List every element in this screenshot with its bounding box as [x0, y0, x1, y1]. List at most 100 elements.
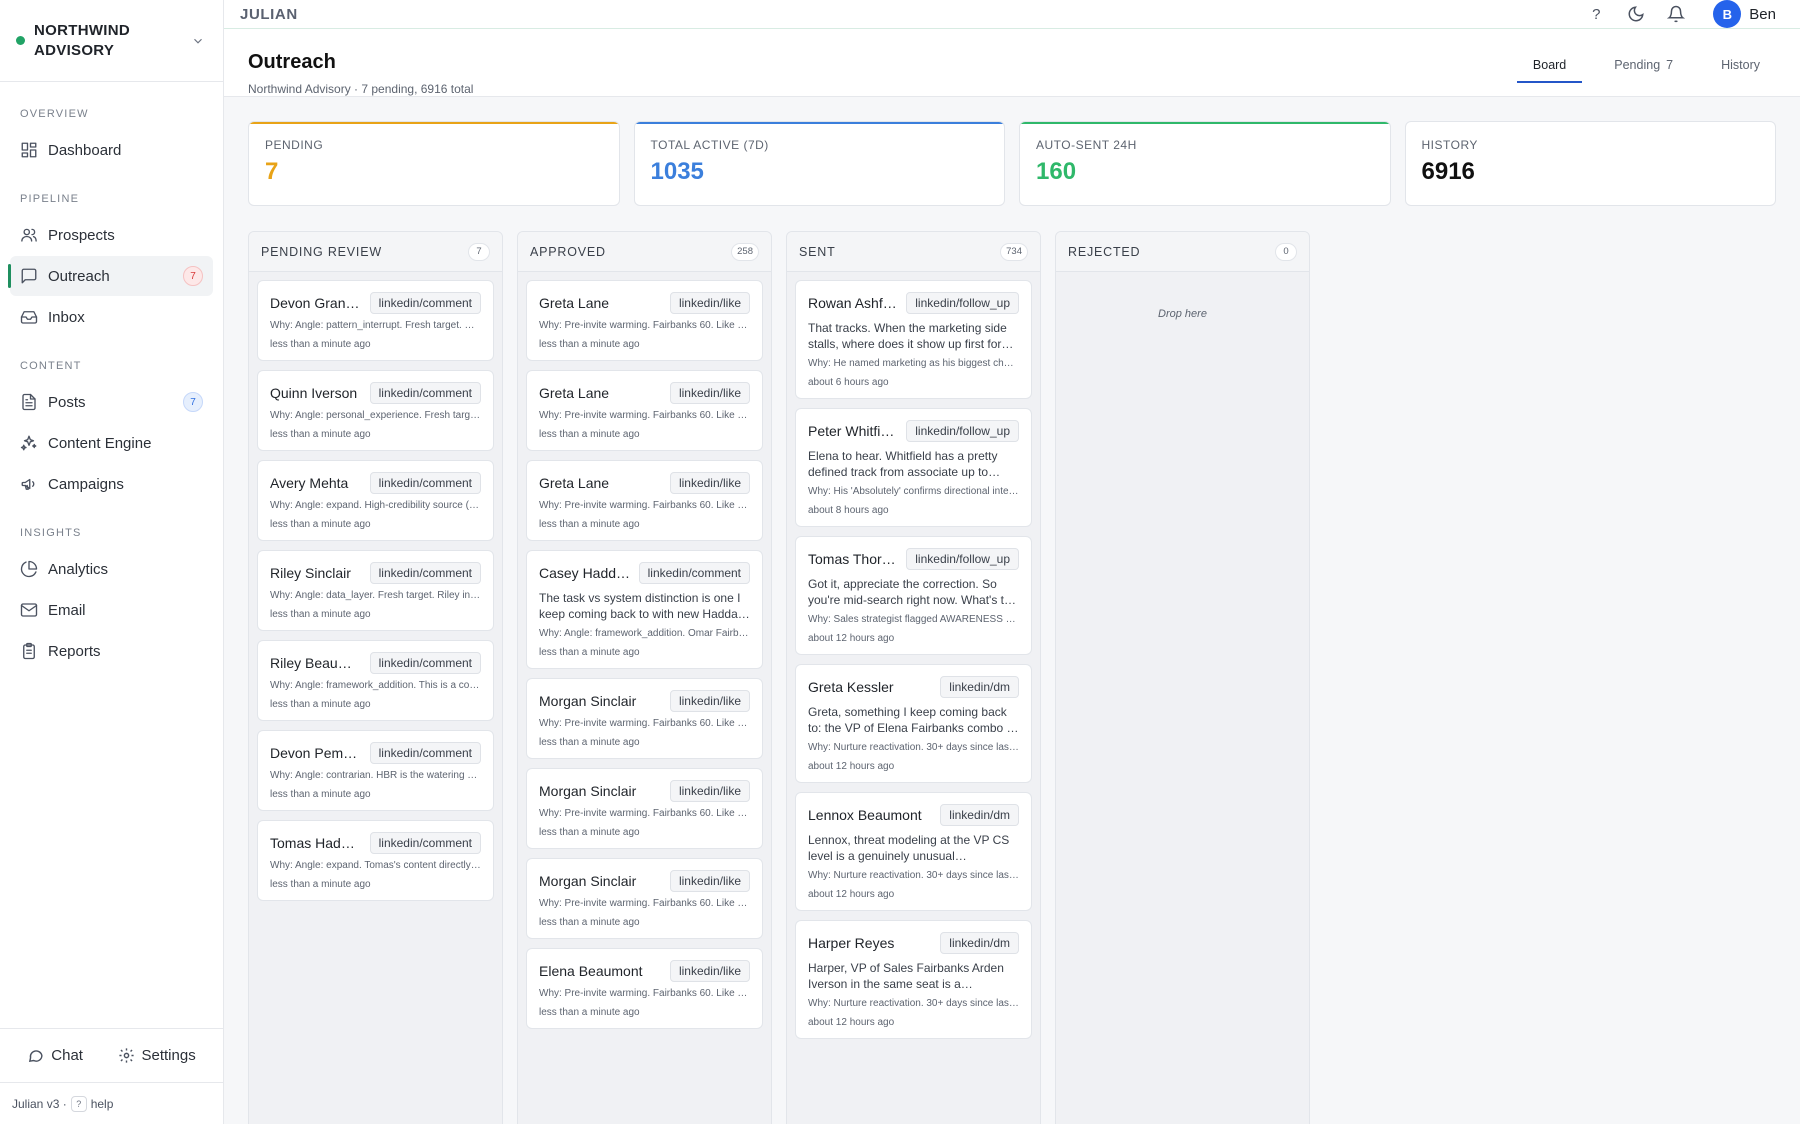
card-header: Casey Hadd… linkedin/comment	[539, 562, 750, 584]
outreach-card[interactable]: Avery Mehta linkedin/comment Why: Angle: e…	[257, 460, 494, 541]
page-header: Outreach Northwind Advisory · 7 pending,…	[224, 29, 1800, 97]
sidebar-item-analytics[interactable]: Analytics	[10, 549, 213, 589]
chat-button[interactable]: Chat	[27, 1047, 83, 1064]
settings-label: Settings	[141, 1047, 196, 1064]
sidebar-item-prospects[interactable]: Prospects	[10, 215, 213, 255]
channel-tag: linkedin/dm	[940, 932, 1019, 954]
channel-tag: linkedin/follow_up	[906, 548, 1019, 570]
contact-name: Lennox Beaumont	[808, 807, 922, 823]
stat-card-total-active-7d: TOTAL ACTIVE (7D) 1035	[633, 121, 1005, 206]
card-header: Greta Lane linkedin/like	[539, 382, 750, 404]
contact-name: Morgan Sinclair	[539, 783, 637, 799]
outreach-card[interactable]: Casey Hadd… linkedin/comment The task vs s…	[526, 550, 763, 669]
gear-icon	[118, 1048, 134, 1063]
reason-text: Why: Nurture reactivation. 30+ days sinc…	[808, 998, 1019, 1009]
message-preview: Elena to hear. Whitfield has a pretty de…	[808, 449, 998, 479]
stat-label: HISTORY	[1421, 138, 1478, 152]
page-heading: Outreach Northwind Advisory · 7 pending,…	[248, 51, 1517, 96]
stats-row: PENDING 7 TOTAL ACTIVE (7D) 1035 AUTO-SENT 2…	[248, 121, 1776, 206]
outreach-card[interactable]: Morgan Sinclair linkedin/like Why: Pre-inv…	[526, 768, 763, 849]
card-header: Riley Sinclair linkedin/comment	[270, 562, 481, 584]
main: JULIAN ? B Ben Outreach Northwind Adviso…	[224, 0, 1800, 1124]
column-count: 734	[1000, 242, 1028, 261]
bell-icon[interactable]	[1667, 5, 1686, 23]
reason-text: Why: Pre-invite warming. Fairbanks 60. L…	[539, 718, 750, 729]
user-menu[interactable]: B Ben	[1713, 0, 1776, 28]
reason-text: Why: Angle: personal_experience. Fresh t…	[270, 410, 481, 421]
outreach-card[interactable]: Tomas Hadd… linkedin/comment Why: Angle: e…	[257, 820, 494, 901]
outreach-card[interactable]: Tomas Thor… linkedin/follow_up Got it, app…	[795, 536, 1032, 655]
settings-button[interactable]: Settings	[118, 1047, 196, 1064]
tab-pending[interactable]: Pending 7	[1598, 53, 1689, 83]
sidebar: NORTHWIND ADVISORY OVERVIEW Dashboard PIPE…	[0, 0, 224, 1124]
outreach-card[interactable]: Peter Whitfield linkedin/follow_up Elena t…	[795, 408, 1032, 527]
channel-tag: linkedin/like	[669, 870, 750, 892]
outreach-card[interactable]: Lennox Beaumont linkedin/dm Lennox, threat…	[795, 792, 1032, 911]
sidebar-item-label: Prospects	[48, 226, 115, 244]
moon-icon[interactable]	[1627, 5, 1645, 23]
sidebar-item-posts[interactable]: Posts 7	[10, 382, 213, 422]
drop-zone[interactable]: Drop here	[1064, 280, 1301, 320]
outreach-card[interactable]: Morgan Sinclair linkedin/like Why: Pre-inv…	[526, 858, 763, 939]
timestamp: about 12 hours ago	[808, 761, 895, 772]
outreach-card[interactable]: Devon Gran… linkedin/comment Why: Angle: p…	[257, 280, 494, 361]
timestamp: less than a minute ago	[270, 699, 371, 710]
tab-history[interactable]: History	[1705, 53, 1776, 83]
contact-name: Greta Lane	[539, 295, 610, 311]
column-count: 0	[1275, 242, 1297, 261]
outreach-card[interactable]: Devon Pem… linkedin/comment Why: Angle: co…	[257, 730, 494, 811]
outreach-card[interactable]: Greta Lane linkedin/like Why: Pre-invite w…	[526, 370, 763, 451]
workspace-switcher[interactable]: NORTHWIND ADVISORY	[0, 0, 223, 82]
page-title: Outreach	[248, 51, 336, 73]
column-title: REJECTED	[1068, 244, 1141, 259]
card-header: Lennox Beaumont linkedin/dm	[808, 804, 1019, 826]
outreach-card[interactable]: Riley Sinclair linkedin/comment Why: Angle…	[257, 550, 494, 631]
sidebar-item-reports[interactable]: Reports	[10, 631, 213, 671]
sidebar-nav: OVERVIEW Dashboard PIPELINE Prospects Outrea…	[0, 82, 223, 1124]
channel-tag: linkedin/like	[669, 690, 750, 712]
nav-section-title: PIPELINE	[20, 193, 80, 205]
mail-icon	[20, 603, 38, 617]
outreach-card[interactable]: Elena Beaumont linkedin/like Why: Pre-invi…	[526, 948, 763, 1029]
card-header: Greta Lane linkedin/like	[539, 472, 750, 494]
channel-tag: linkedin/comment	[369, 382, 481, 404]
help-icon[interactable]: ?	[1587, 6, 1605, 23]
count-badge: 7	[183, 392, 203, 412]
reason-text: Why: He named marketing as his biggest c…	[808, 358, 1019, 369]
sidebar-item-label: Campaigns	[48, 475, 124, 493]
outreach-card[interactable]: Greta Lane linkedin/like Why: Pre-invite w…	[526, 280, 763, 361]
stat-card-history: HISTORY 6916	[1404, 121, 1776, 206]
timestamp: less than a minute ago	[539, 339, 640, 350]
sidebar-item-campaigns[interactable]: Campaigns	[10, 464, 213, 504]
outreach-card[interactable]: Greta Lane linkedin/like Why: Pre-invite w…	[526, 460, 763, 541]
sidebar-item-label: Posts	[48, 393, 86, 411]
channel-tag: linkedin/follow_up	[906, 292, 1019, 314]
sidebar-item-dashboard[interactable]: Dashboard	[10, 130, 213, 170]
card-header: Devon Gran… linkedin/comment	[270, 292, 481, 314]
channel-tag: linkedin/comment	[369, 562, 481, 584]
reason-text: Why: Pre-invite warming. Fairbanks 60. L…	[539, 410, 750, 421]
card-header: Tomas Thor… linkedin/follow_up	[808, 548, 1019, 570]
count-badge: 7	[183, 266, 203, 286]
contact-name: Greta Lane	[539, 385, 610, 401]
sidebar-item-outreach[interactable]: Outreach 7	[8, 256, 213, 296]
reason-text: Why: Pre-invite warming. Fairbanks 60. L…	[539, 320, 750, 331]
sidebar-item-inbox[interactable]: Inbox	[10, 297, 213, 337]
message-preview: The task vs system distinction is one I …	[539, 591, 750, 621]
column-header: REJECTED 0	[1056, 232, 1309, 272]
reason-text: Why: Sales strategist flagged AWARENESS …	[808, 614, 1016, 625]
card-header: Harper Reyes linkedin/dm	[808, 932, 1019, 954]
contact-name: Greta Kessler	[808, 679, 894, 695]
sidebar-item-email[interactable]: Email	[10, 590, 213, 630]
outreach-card[interactable]: Riley Beau… linkedin/comment Why: Angle: f…	[257, 640, 494, 721]
outreach-card[interactable]: Morgan Sinclair linkedin/like Why: Pre-inv…	[526, 678, 763, 759]
tab-board[interactable]: Board	[1516, 53, 1583, 83]
contact-name: Tomas Thor…	[808, 551, 896, 567]
outreach-card[interactable]: Harper Reyes linkedin/dm Harper, VP of Sal…	[795, 920, 1032, 1039]
outreach-card[interactable]: Greta Kessler linkedin/dm Greta, something…	[795, 664, 1032, 783]
timestamp: less than a minute ago	[539, 737, 640, 748]
outreach-card[interactable]: Quinn Iverson linkedin/comment Why: Angle:…	[257, 370, 494, 451]
timestamp: less than a minute ago	[539, 1007, 640, 1018]
outreach-card[interactable]: Rowan Ashf… linkedin/follow_up That tracks…	[795, 280, 1032, 399]
sidebar-item-content-engine[interactable]: Content Engine	[10, 423, 213, 463]
